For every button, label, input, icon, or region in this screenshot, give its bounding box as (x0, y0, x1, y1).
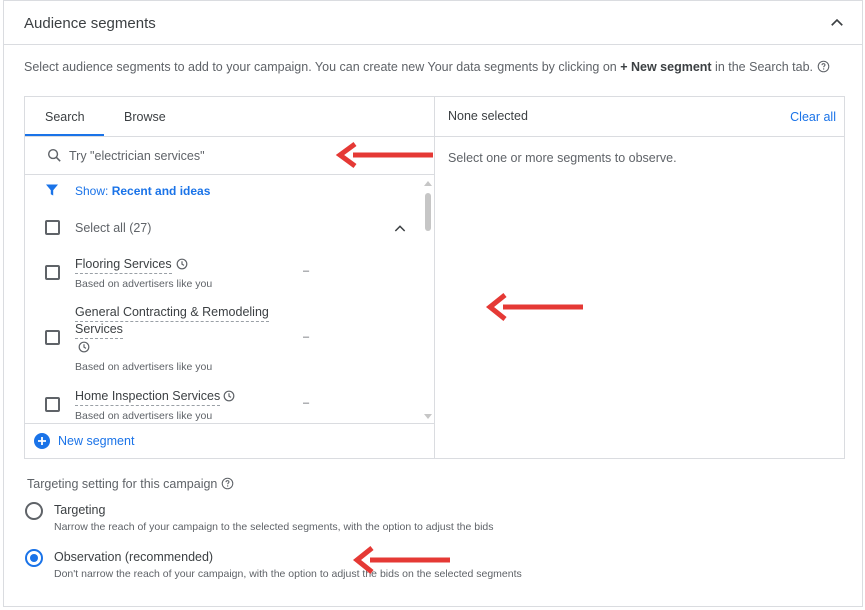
chevron-up-icon[interactable] (828, 14, 846, 32)
segment-size: – (303, 265, 310, 277)
targeting-option-label[interactable]: Targeting (54, 503, 105, 517)
filter-prefix: Show: (75, 184, 112, 198)
segment-name[interactable]: Flooring Services (75, 256, 172, 274)
description-suffix: in the Search tab. (711, 60, 814, 74)
filter-icon (46, 184, 58, 196)
targeting-option-desc: Narrow the reach of your campaign to the… (54, 521, 494, 533)
filter-row[interactable]: Show: Recent and ideas (25, 177, 415, 203)
search-icon (47, 148, 61, 162)
select-all-row: Select all (27) (25, 213, 425, 243)
selected-header: None selected Clear all (435, 97, 845, 137)
tab-bar: Search Browse (25, 97, 434, 137)
segment-size: – (303, 331, 310, 343)
tab-search[interactable]: Search (45, 110, 85, 124)
tab-browse[interactable]: Browse (124, 110, 166, 124)
scroll-down-arrow[interactable] (424, 414, 432, 419)
clear-all-button[interactable]: Clear all (790, 110, 836, 124)
targeting-heading: Targeting setting for this campaign (27, 477, 234, 491)
annotation-arrow (485, 293, 583, 321)
clock-icon (223, 390, 235, 402)
segment-size: – (303, 397, 310, 409)
audience-segments-card: Audience segments Select audience segmen… (3, 0, 863, 607)
scroll-up-arrow[interactable] (424, 181, 432, 186)
help-icon[interactable] (817, 60, 830, 73)
new-segment-row[interactable]: New segment (25, 423, 434, 459)
plus-circle-icon (34, 433, 50, 449)
select-all-checkbox[interactable] (45, 220, 60, 235)
segment-source: Based on advertisers like you (75, 278, 213, 290)
description-text: Select audience segments to add to your … (24, 60, 621, 74)
segment-source: Based on advertisers like you (75, 361, 213, 373)
description-new-segment: + New segment (620, 60, 712, 74)
segment-checkbox[interactable] (45, 330, 60, 345)
section-description: Select audience segments to add to your … (24, 60, 830, 74)
list-scrollbar[interactable] (423, 181, 433, 419)
annotation-arrow (335, 141, 433, 169)
annotation-arrow (352, 546, 450, 574)
segment-checkbox[interactable] (45, 265, 60, 280)
segment-name[interactable]: Home Inspection Services (75, 388, 221, 406)
filter-label[interactable]: Show: Recent and ideas (75, 184, 210, 198)
segment-name-line-2[interactable]: Services (75, 321, 123, 339)
clock-icon (176, 258, 188, 270)
active-tab-indicator (25, 134, 104, 136)
scroll-thumb[interactable] (425, 193, 431, 231)
observation-option-label[interactable]: Observation (recommended) (54, 550, 213, 564)
selected-segments-pane: None selected Clear all Select one or mo… (435, 97, 845, 458)
segment-source: Based on advertisers like you (75, 410, 213, 422)
section-header[interactable]: Audience segments (4, 1, 862, 45)
targeting-radio[interactable] (25, 502, 43, 520)
chevron-up-icon[interactable] (392, 221, 408, 237)
segment-name-line-1[interactable]: General Contracting & Remodeling (75, 304, 269, 322)
targeting-heading-text: Targeting setting for this campaign (27, 477, 218, 491)
selection-status: None selected (448, 109, 528, 123)
section-title: Audience segments (24, 15, 156, 32)
filter-value: Recent and ideas (111, 184, 211, 198)
observation-radio[interactable] (25, 549, 43, 567)
new-segment-button[interactable]: New segment (58, 434, 134, 448)
segment-checkbox[interactable] (45, 397, 60, 412)
clock-icon (78, 341, 90, 353)
help-icon[interactable] (221, 477, 234, 490)
select-all-label: Select all (27) (75, 221, 152, 235)
empty-selection-hint: Select one or more segments to observe. (448, 151, 677, 165)
